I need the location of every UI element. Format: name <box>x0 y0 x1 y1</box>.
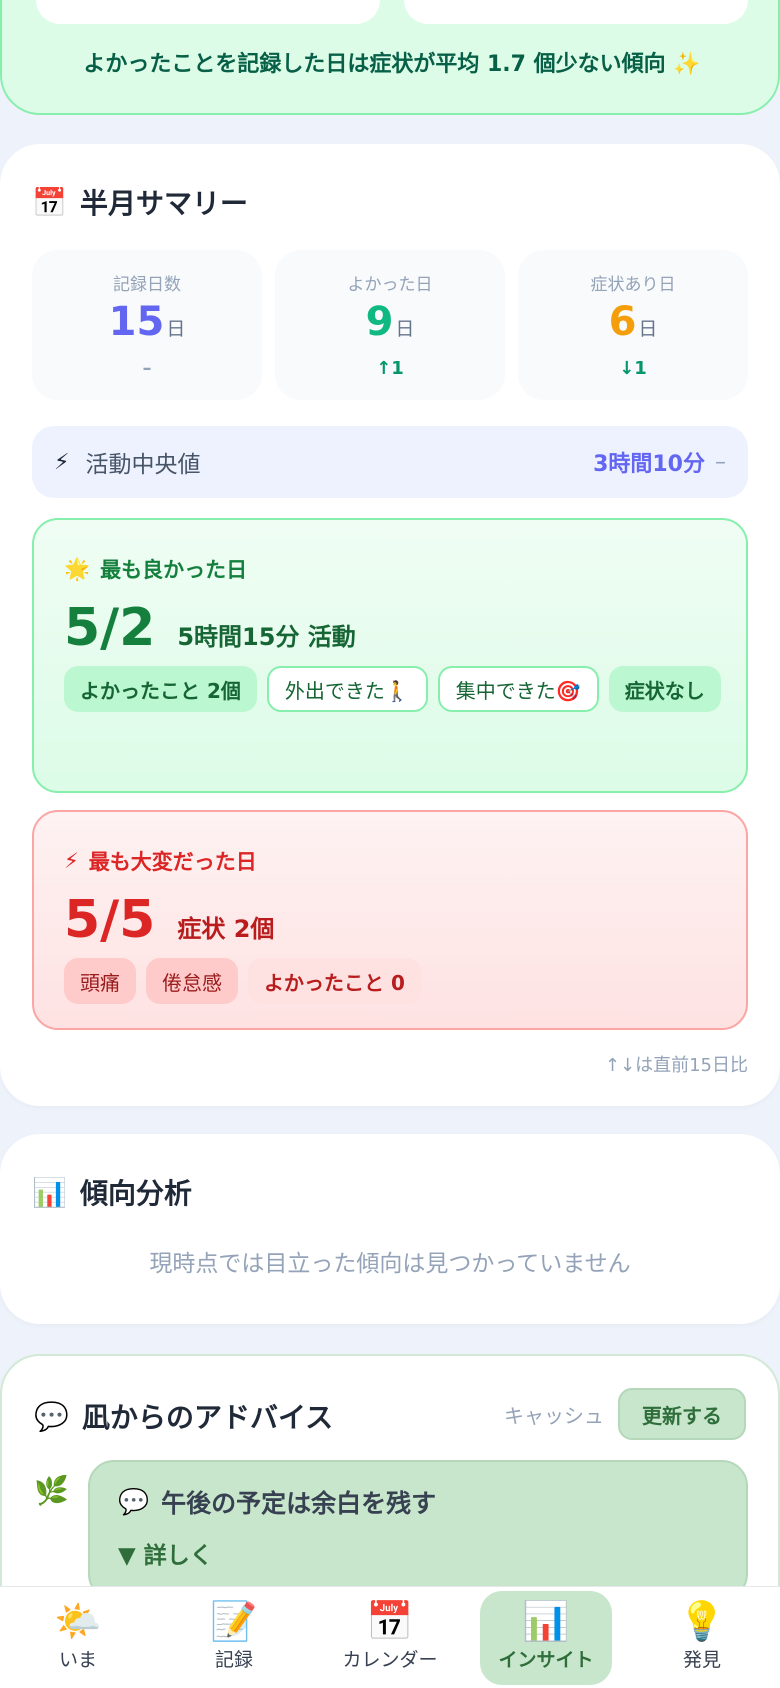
worst-day-date: 5/5 <box>64 890 156 950</box>
bar-chart-icon: 📊 <box>522 1599 570 1643</box>
trend-header: 📊 傾向分析 <box>32 1172 192 1212</box>
nav-label: 発見 <box>682 1649 721 1671</box>
best-day-label: 最も良かった日 <box>100 558 248 582</box>
best-day-tags: よかったこと 2個 外出できた🚶 集中できた🎯 症状なし <box>64 666 724 712</box>
nav-label: 記録 <box>214 1649 253 1671</box>
best-day-activity: 5時間15分 活動 <box>177 623 356 651</box>
stat-good-days: よかった日 9日 ↑1 <box>275 250 505 400</box>
best-day-date-row: 5/2 5時間15分 活動 <box>64 598 356 658</box>
advice-actions: キャッシュ 更新する <box>504 1388 746 1440</box>
worst-day-card: ⚡ 最も大変だった日 5/5 症状 2個 頭痛 倦怠感 よかったこと 0 <box>32 810 748 1030</box>
worst-day-tags: 頭痛 倦怠感 よかったこと 0 <box>64 958 724 1004</box>
advice-item-title-row: 💬 午後の予定は余白を残す <box>118 1484 436 1520</box>
bottom-nav: 🌤️ いま 📝 記録 📅 カレンダー 📊 インサイト 💡 発見 <box>0 1586 780 1688</box>
calendar-icon: 📅 <box>366 1599 414 1643</box>
lightning-icon: ⚡ <box>54 449 70 475</box>
refresh-button[interactable]: 更新する <box>618 1388 746 1440</box>
advice-item-title: 午後の予定は余白を残す <box>161 1489 437 1518</box>
nav-item-record[interactable]: 📝 記録 <box>168 1591 300 1685</box>
activity-median-row: ⚡ 活動中央値 3時間10分 – <box>32 426 748 498</box>
tag-good-count: よかったこと 2個 <box>64 666 257 712</box>
nav-item-discover[interactable]: 💡 発見 <box>636 1591 768 1685</box>
stat-label: よかった日 <box>347 275 433 295</box>
nav-item-insight[interactable]: 📊 インサイト <box>480 1591 612 1685</box>
correlation-card: よかったことを記録した日は症状が平均 1.7 個少ない傾向 ✨ <box>0 0 780 115</box>
stat-label: 症状あり日 <box>590 275 676 295</box>
correlation-pill-left <box>36 0 380 24</box>
tag-good-count: よかったこと 0 <box>248 958 421 1004</box>
best-day-date: 5/2 <box>64 598 156 658</box>
nav-label: いま <box>58 1649 97 1671</box>
summary-title: 半月サマリー <box>80 187 249 220</box>
lightning-icon: ⚡ <box>64 849 79 873</box>
advice-title: 凪からのアドバイス <box>82 1401 334 1434</box>
stat-change: ↑1 <box>376 358 404 379</box>
stat-change: ↓1 <box>619 358 647 379</box>
median-change: – <box>715 449 726 475</box>
median-label: 活動中央値 <box>85 452 201 478</box>
leaf-icon: 🌿 <box>34 1474 69 1507</box>
worst-day-label: 最も大変だった日 <box>88 850 257 874</box>
calendar-icon: 📅 <box>32 185 67 219</box>
advice-header: 💬 凪からのアドバイス <box>34 1396 333 1436</box>
stat-record-days: 記録日数 15 日 – <box>32 250 262 400</box>
star-icon: 🌟 <box>64 556 91 581</box>
worst-day-header: ⚡ 最も大変だった日 <box>64 846 257 876</box>
memo-icon: 📝 <box>210 1599 258 1643</box>
worst-day-date-row: 5/5 症状 2個 <box>64 890 274 950</box>
nav-item-now[interactable]: 🌤️ いま <box>12 1591 144 1685</box>
correlation-note: よかったことを記録した日は症状が平均 1.7 個少ない傾向 ✨ <box>83 52 701 77</box>
best-day-card: 🌟 最も良かった日 5/2 5時間15分 活動 よかったこと 2個 外出できた🚶… <box>32 518 748 793</box>
comparison-footnote: ↑↓は直前15日比 <box>604 1055 748 1076</box>
median-value: 3時間10分 <box>593 452 705 477</box>
summary-header: 📅 半月サマリー <box>32 182 248 222</box>
tag-headache: 頭痛 <box>64 958 136 1004</box>
trend-card: 📊 傾向分析 現時点では目立った傾向は見つかっていません <box>0 1134 780 1324</box>
correlation-pill-right <box>404 0 748 24</box>
trend-title: 傾向分析 <box>80 1177 193 1210</box>
sun-cloud-icon: 🌤️ <box>54 1599 102 1643</box>
speech-bubble-icon: 💬 <box>118 1487 150 1516</box>
stat-change: – <box>142 358 152 379</box>
stat-value: 9日 <box>365 299 415 345</box>
speech-bubble-icon: 💬 <box>34 1399 69 1433</box>
cache-label: キャッシュ <box>504 1403 604 1428</box>
nav-item-calendar[interactable]: 📅 カレンダー <box>324 1591 456 1685</box>
stat-value: 15 日 <box>108 299 186 345</box>
advice-item[interactable]: 💬 午後の予定は余白を残す ▼ 詳しく <box>88 1460 748 1600</box>
best-day-header: 🌟 最も良かった日 <box>64 554 247 584</box>
worst-day-symptoms: 症状 2個 <box>177 915 275 943</box>
tag-focused: 集中できた🎯 <box>437 666 599 712</box>
summary-card: 📅 半月サマリー 記録日数 15 日 – よかった日 9日 ↑1 症状あり日 6日… <box>0 144 780 1106</box>
tag-no-symptoms: 症状なし <box>608 666 721 712</box>
nav-label: カレンダー <box>342 1649 438 1671</box>
tag-fatigue: 倦怠感 <box>146 958 238 1004</box>
advice-expand-toggle[interactable]: ▼ 詳しく <box>118 1536 213 1570</box>
light-bulb-icon: 💡 <box>678 1599 726 1643</box>
bar-chart-icon: 📊 <box>32 1175 67 1209</box>
stat-value: 6日 <box>608 299 658 345</box>
trend-empty-message: 現時点では目立った傾向は見つかっていません <box>149 1251 631 1277</box>
tag-went-out: 外出できた🚶 <box>266 666 428 712</box>
nav-label: インサイト <box>498 1649 594 1671</box>
stat-label: 記録日数 <box>113 275 181 295</box>
stat-symptom-days: 症状あり日 6日 ↓1 <box>518 250 748 400</box>
